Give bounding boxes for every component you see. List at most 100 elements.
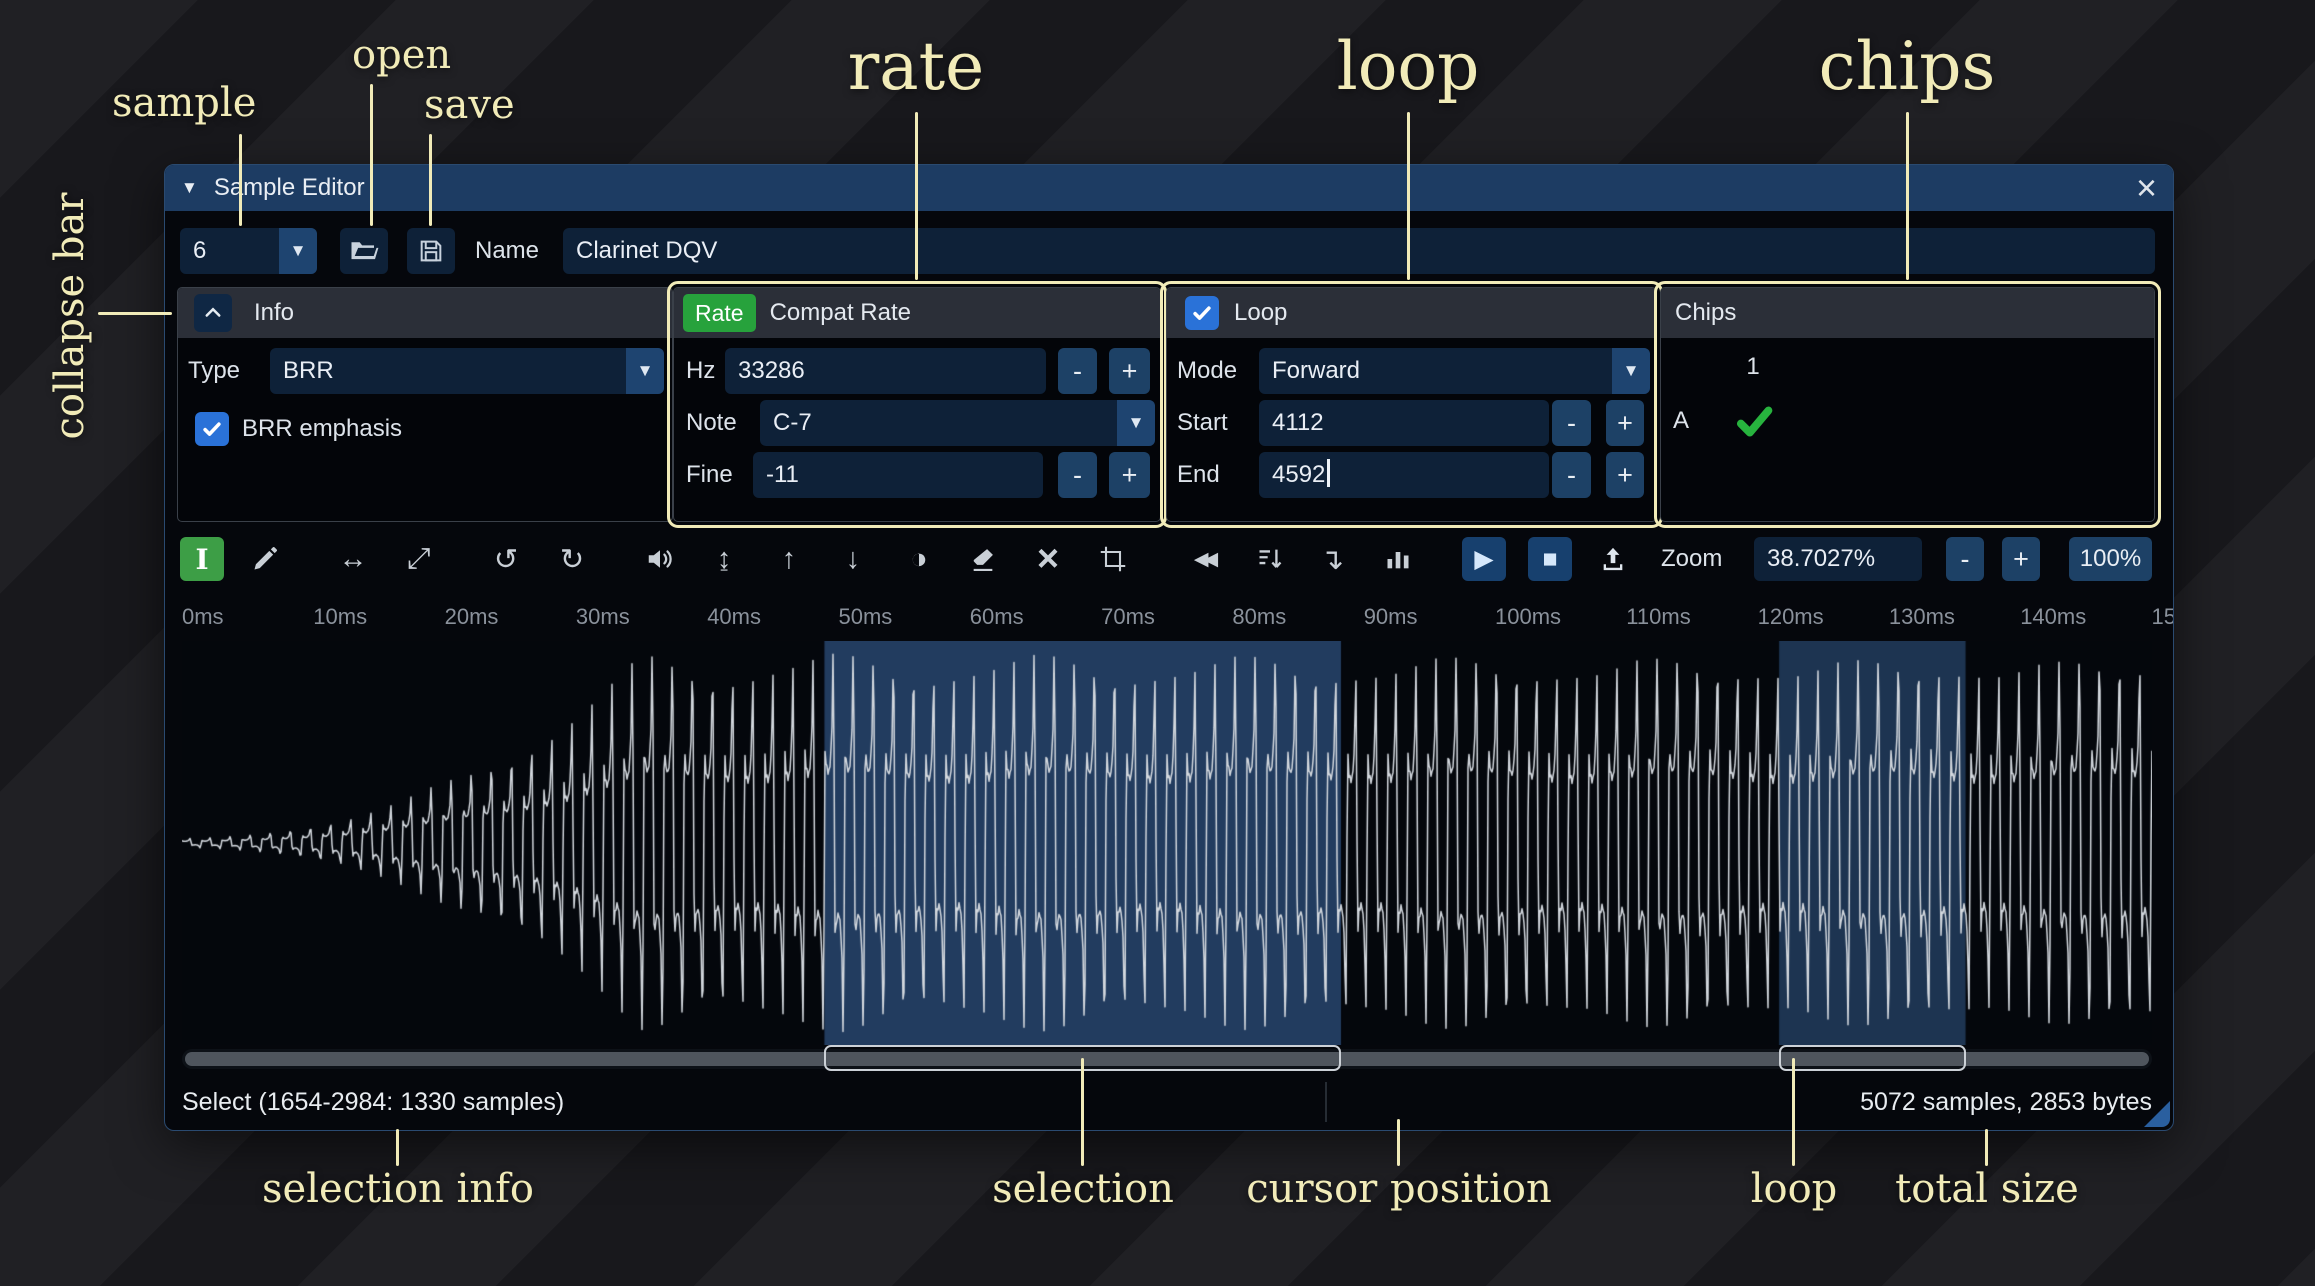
loop-end-plus-button[interactable]: + bbox=[1606, 452, 1644, 498]
loop-checkbox[interactable] bbox=[1185, 296, 1219, 330]
invert-button[interactable]: ◑ bbox=[897, 537, 941, 581]
dropdown-arrow-icon[interactable]: ▼ bbox=[1612, 348, 1650, 394]
fine-minus-button[interactable]: - bbox=[1058, 452, 1097, 498]
dropdown-arrow-icon[interactable]: ▼ bbox=[626, 348, 664, 394]
stop-icon: ■ bbox=[1542, 544, 1558, 573]
draw-tool-button[interactable] bbox=[243, 537, 287, 581]
hz-minus-button[interactable]: - bbox=[1058, 348, 1097, 394]
info-header-label: Info bbox=[254, 299, 295, 326]
upload-icon bbox=[1599, 545, 1627, 573]
hz-input[interactable]: 33286 bbox=[725, 348, 1046, 394]
timeline-label: 140ms bbox=[2020, 604, 2087, 629]
chips-header[interactable]: Chips bbox=[1661, 288, 2154, 338]
annotation-open: open bbox=[352, 32, 452, 78]
mode-dropdown[interactable]: Forward ▼ bbox=[1259, 348, 1650, 394]
name-input[interactable]: Clarinet DQV bbox=[563, 228, 2155, 274]
annotation-save: save bbox=[424, 82, 515, 128]
upload-button[interactable] bbox=[1591, 537, 1635, 581]
erase-button[interactable] bbox=[961, 537, 1005, 581]
save-button[interactable] bbox=[407, 228, 455, 274]
normalize-button[interactable] bbox=[1248, 537, 1292, 581]
brr-emphasis-checkbox[interactable] bbox=[195, 412, 229, 446]
sample-editor-window: ▼ Sample Editor × 6 ▼ Name Clarinet DQV bbox=[164, 164, 2174, 1131]
timeline-label: 40ms bbox=[707, 604, 761, 629]
resample-button[interactable]: ↨ bbox=[702, 537, 746, 581]
loop-start-plus-button[interactable]: + bbox=[1606, 400, 1644, 446]
delete-button[interactable]: × bbox=[1026, 537, 1070, 581]
open-button[interactable] bbox=[340, 228, 388, 274]
window-collapse-icon[interactable]: ▼ bbox=[181, 178, 198, 198]
loop-start-label: Start bbox=[1177, 409, 1228, 436]
sample-selector-value: 6 bbox=[193, 237, 207, 264]
annotation-collapse-bar: collapse bar bbox=[47, 192, 93, 440]
rate-badge[interactable]: Rate bbox=[683, 294, 756, 332]
fade-button[interactable]: ↴ bbox=[1310, 537, 1354, 581]
check-icon bbox=[201, 418, 223, 440]
preview-button[interactable] bbox=[638, 537, 682, 581]
collapse-section-button[interactable] bbox=[194, 294, 232, 332]
timeline-label: 10ms bbox=[313, 604, 368, 629]
mode-value: Forward bbox=[1272, 357, 1361, 384]
info-header[interactable]: Info bbox=[178, 288, 672, 338]
close-icon[interactable]: × bbox=[2136, 168, 2157, 208]
annotation-total-size: total size bbox=[1895, 1166, 2079, 1212]
loop-header-label: Loop bbox=[1234, 299, 1288, 326]
undo-button[interactable]: ↺ bbox=[484, 537, 528, 581]
waveform-canvas[interactable] bbox=[182, 641, 2152, 1045]
undo-icon: ↺ bbox=[493, 543, 519, 576]
window-resize-grip[interactable] bbox=[2144, 1101, 2170, 1127]
hz-plus-button[interactable]: + bbox=[1109, 348, 1150, 394]
loop-header[interactable]: Loop bbox=[1167, 288, 1656, 338]
speaker-icon bbox=[645, 544, 675, 574]
timeline-label: 130ms bbox=[1888, 604, 1955, 629]
chip-column-label: 1 bbox=[1746, 353, 1760, 380]
text-cursor bbox=[1327, 459, 1331, 487]
zoom-label: Zoom bbox=[1661, 545, 1723, 572]
type-dropdown[interactable]: BRR ▼ bbox=[270, 348, 664, 394]
timeline-label: 70ms bbox=[1101, 604, 1155, 629]
zoom-reset-button[interactable]: 100% bbox=[2069, 537, 2152, 581]
dropdown-arrow-icon[interactable]: ▼ bbox=[1117, 400, 1155, 446]
chip-row-label: A bbox=[1673, 407, 1690, 434]
window-titlebar[interactable]: ▼ Sample Editor × bbox=[165, 165, 2173, 211]
zoom-minus-button[interactable]: - bbox=[1946, 537, 1984, 581]
annotation-line-sample bbox=[239, 134, 242, 226]
loop-end-input[interactable]: 4592 bbox=[1259, 452, 1549, 498]
timeline-label: 60ms bbox=[969, 604, 1024, 629]
annotation-line-chips bbox=[1906, 112, 1909, 280]
sample-selector[interactable]: 6 ▼ bbox=[180, 228, 317, 274]
rewind-icon: ◀◀ bbox=[1193, 548, 1218, 570]
play-button[interactable]: ▶ bbox=[1462, 537, 1506, 581]
trim-button[interactable] bbox=[1091, 537, 1135, 581]
timeline-label: 100ms bbox=[1495, 604, 1562, 629]
amplify-up-button[interactable]: ↑ bbox=[767, 537, 811, 581]
resize-button[interactable]: ↔ bbox=[331, 537, 375, 581]
fine-input[interactable]: -11 bbox=[753, 452, 1043, 498]
select-tool-button[interactable]: I bbox=[180, 537, 224, 581]
stop-button[interactable]: ■ bbox=[1528, 537, 1572, 581]
waveform-area[interactable] bbox=[182, 641, 2152, 1045]
chart-button[interactable] bbox=[1376, 537, 1420, 581]
zoom-plus-button[interactable]: + bbox=[2002, 537, 2040, 581]
loop-start-minus-button[interactable]: - bbox=[1552, 400, 1591, 446]
dropdown-arrow-icon[interactable]: ▼ bbox=[279, 228, 317, 274]
check-icon bbox=[1191, 302, 1213, 324]
amplify-down-button[interactable]: ↓ bbox=[831, 537, 875, 581]
chip-enabled-check-icon[interactable] bbox=[1733, 400, 1775, 442]
zoom-input[interactable]: 38.7027% bbox=[1754, 537, 1922, 581]
loop-start-input[interactable]: 4112 bbox=[1259, 400, 1549, 446]
redo-button[interactable]: ↻ bbox=[550, 537, 594, 581]
type-value: BRR bbox=[283, 357, 334, 384]
fine-plus-button[interactable]: + bbox=[1109, 452, 1150, 498]
resize-free-button[interactable]: ⤢ bbox=[397, 537, 441, 581]
rate-header[interactable]: Rate Compat Rate bbox=[674, 288, 1160, 338]
note-dropdown[interactable]: C-7 ▼ bbox=[760, 400, 1155, 446]
info-section: Info Type BRR ▼ BRR emphasis bbox=[177, 287, 673, 522]
loop-end-minus-button[interactable]: - bbox=[1552, 452, 1591, 498]
rewind-button[interactable]: ◀◀ bbox=[1184, 537, 1228, 581]
annotation-line-save bbox=[429, 134, 432, 226]
annotation-sample: sample bbox=[112, 80, 257, 126]
annotation-rate: rate bbox=[847, 28, 985, 105]
bar-chart-icon bbox=[1384, 545, 1412, 573]
arrow-down-icon: ↓ bbox=[845, 542, 861, 575]
